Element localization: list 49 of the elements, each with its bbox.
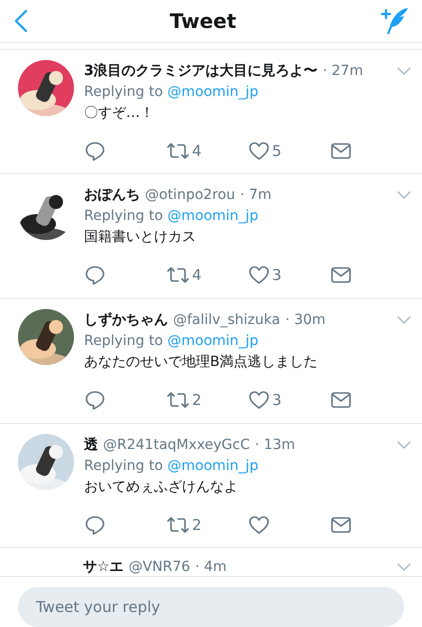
retweet-count: 2 <box>192 516 202 534</box>
heart-icon[interactable] <box>248 264 270 286</box>
user-name: サ☆エ <box>83 558 124 576</box>
tweet-text: 国籍書いとけカス <box>84 228 197 246</box>
tweet-time: · 4m <box>195 559 227 576</box>
like-count: 3 <box>272 266 282 284</box>
tweet-time: · 13m <box>254 436 296 452</box>
tweet-text: おいてめぇふざけんなよ <box>84 478 239 496</box>
mail-icon[interactable] <box>330 514 352 534</box>
tweet-time: · 7m <box>240 187 272 204</box>
replying-to-text: Replying to @moomin_jp <box>84 208 260 224</box>
user-name: おぽんち <box>84 186 140 204</box>
replying-to-text: Replying to @moomin_jp <box>84 84 260 100</box>
user-handle: @falilv_shizuka <box>173 312 280 328</box>
mail-icon[interactable] <box>330 140 352 161</box>
tweet-text: 〇すぞ…！ <box>84 104 155 122</box>
mail-icon[interactable] <box>330 390 352 410</box>
reply-icon[interactable] <box>84 514 106 536</box>
user-handle: @R241taqMxxeyGcC <box>103 436 250 452</box>
retweet-count: 4 <box>192 266 202 284</box>
mail-icon[interactable] <box>330 265 352 286</box>
replying-to-text: Replying to @moomin_jp <box>84 458 260 474</box>
mention-link[interactable]: @moomin_jp <box>167 458 258 474</box>
back-icon[interactable] <box>14 9 28 34</box>
tweet-time: · 27m <box>322 62 364 79</box>
like-count: 3 <box>272 390 282 409</box>
tweet-text: あなたのせいで地理B満点逃しました <box>84 352 319 371</box>
mention-link[interactable]: @moomin_jp <box>167 208 258 224</box>
retweet-count: 4 <box>192 142 202 160</box>
reply-icon[interactable] <box>84 388 106 411</box>
tweet-time: · 30m <box>285 312 326 328</box>
user-name: 透 <box>84 436 98 454</box>
reply-icon[interactable] <box>84 264 106 286</box>
mention-link[interactable]: @moomin_jp <box>167 332 258 349</box>
heart-icon[interactable] <box>248 514 270 536</box>
compose-icon[interactable] <box>378 6 410 36</box>
user-handle: @otinpo2rou <box>145 187 236 204</box>
user-name: しずかちゃん <box>84 310 168 329</box>
like-count: 5 <box>272 142 282 160</box>
replying-to-text: Replying to @moomin_jp <box>84 332 260 349</box>
user-name: 3浪目のクラミジアは大目に見ろよ〜 <box>84 62 318 80</box>
user-handle: @VNR76 <box>128 559 190 576</box>
heart-icon[interactable] <box>248 140 270 162</box>
mention-link[interactable]: @moomin_jp <box>167 84 258 100</box>
retweet-count: 2 <box>192 390 202 409</box>
reply-icon[interactable] <box>84 140 106 162</box>
page-title: Tweet <box>170 9 236 34</box>
heart-icon[interactable] <box>248 388 270 411</box>
reply-field[interactable]: Tweet your reply <box>18 587 404 627</box>
